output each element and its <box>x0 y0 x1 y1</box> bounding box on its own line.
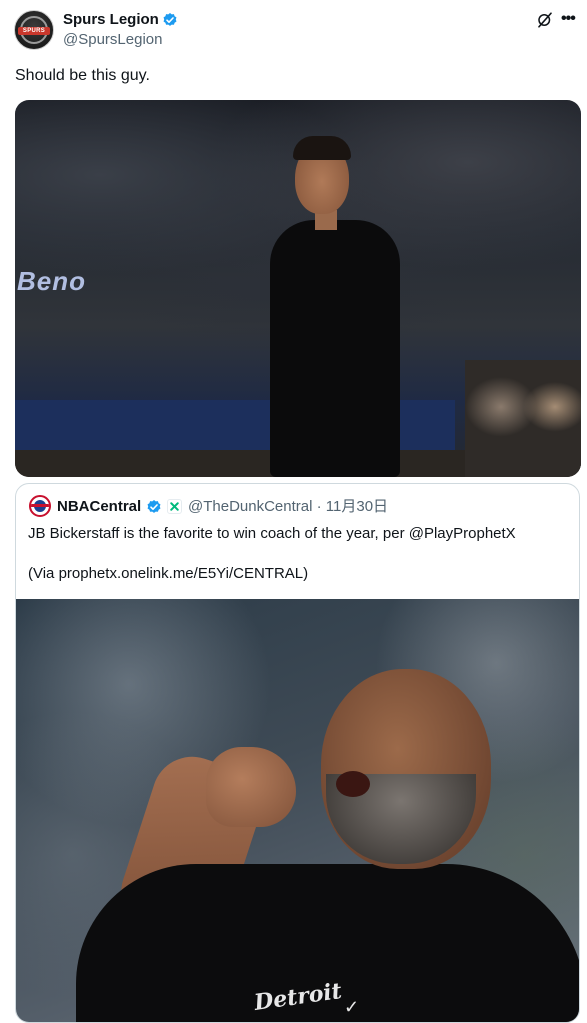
tweet-text: Should be this guy. <box>15 67 150 84</box>
photo-coach-body <box>270 220 400 477</box>
verified-badge-icon <box>163 13 177 26</box>
quoted-display-name[interactable]: NBACentral <box>57 498 141 516</box>
quoted-tweet-photo[interactable]: Detroit ✓ <box>16 599 579 1022</box>
swoosh-logo-icon: ✓ <box>344 997 360 1017</box>
avatar-stripe <box>31 504 49 507</box>
tweet-photo-arena[interactable]: Beno <box>15 100 581 477</box>
quoted-text-line-1: JB Bickerstaff is the favorite to win co… <box>28 525 516 542</box>
quoted-author-avatar[interactable] <box>29 495 51 517</box>
verified-badge-icon <box>147 500 161 513</box>
grok-icon[interactable] <box>536 11 554 29</box>
author-handle[interactable]: @SpursLegion <box>63 31 162 49</box>
quoted-text-line-2[interactable]: (Via prophetx.onelink.me/E5Yi/CENTRAL) <box>28 564 308 584</box>
photo-coach-fist <box>206 747 296 827</box>
photo-coach-hair <box>293 136 351 160</box>
author-avatar[interactable]: SPURS <box>14 10 54 50</box>
more-options-icon[interactable]: ••• <box>561 11 576 27</box>
quoted-handle-and-date[interactable]: @TheDunkCentral · 11月30日 <box>188 498 388 516</box>
author-display-name[interactable]: Spurs Legion <box>63 11 159 29</box>
avatar-banner-text: SPURS <box>18 27 50 35</box>
arena-sign-text: Beno <box>17 266 86 296</box>
photo-spectators <box>465 360 581 477</box>
quoted-tweet-card[interactable]: NBACentral @TheDunkCentral · 11月30日 JB B… <box>15 483 580 1023</box>
affiliate-badge-icon[interactable] <box>167 499 182 514</box>
photo-coach-mouth <box>336 771 370 797</box>
